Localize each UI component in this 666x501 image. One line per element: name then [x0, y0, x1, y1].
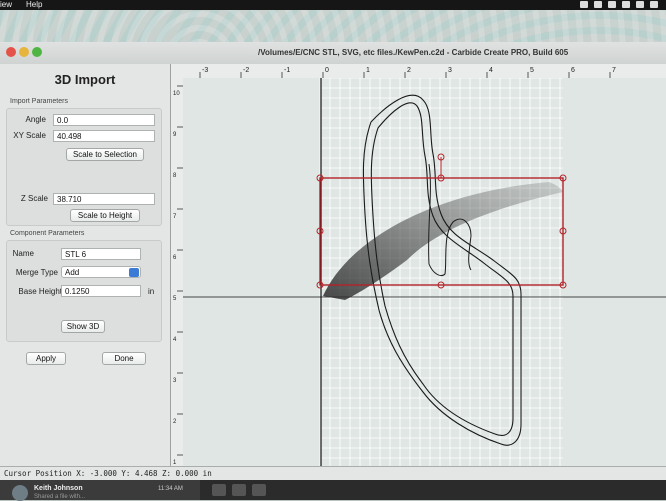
x-ruler-label: -3 [202, 67, 208, 74]
x-ruler-label: -2 [243, 67, 249, 74]
name-field[interactable]: STL 6 [61, 248, 141, 260]
y-ruler-label: 10 [173, 91, 180, 97]
status-tray [580, 1, 658, 8]
z-scale-field[interactable]: 38.710 [53, 193, 155, 205]
chevron-down-icon [129, 268, 139, 277]
show-3d-button[interactable]: Show 3D [61, 320, 105, 333]
x-ruler-label: 6 [571, 67, 575, 74]
app-window: /Volumes/E/CNC STL, SVG, etc files./KewP… [0, 42, 666, 472]
menu-help[interactable]: Help [26, 0, 42, 9]
x-ruler-label: 4 [489, 67, 493, 74]
user-icon[interactable] [608, 1, 616, 8]
import-panel: 3D Import Import Parameters Angle 0.0 XY… [0, 64, 171, 472]
app-icon[interactable] [212, 484, 226, 496]
menu-bar: iew Help [0, 0, 666, 10]
avatar [12, 485, 28, 501]
base-height-label: Base Height [18, 287, 62, 296]
zoom-window-button[interactable] [32, 47, 42, 57]
canvas-svg[interactable]: -3 -2 -1 0 1 2 3 4 5 6 7 10987654321 [171, 64, 666, 472]
done-button[interactable]: Done [102, 352, 146, 365]
z-scale-label: Z Scale [20, 194, 48, 203]
window-titlebar[interactable]: /Volumes/E/CNC STL, SVG, etc files./KewP… [0, 42, 666, 65]
status-bar: Cursor Position X: -3.000 Y: 4.468 Z: 0.… [0, 466, 666, 481]
calendar-icon[interactable] [594, 1, 602, 8]
vertical-ruler [171, 64, 183, 472]
x-ruler-label: 5 [530, 67, 534, 74]
x-ruler-label: 7 [612, 67, 616, 74]
scale-to-selection-button[interactable]: Scale to Selection [66, 148, 144, 161]
volume-icon[interactable] [636, 1, 644, 8]
scale-to-height-button[interactable]: Scale to Height [70, 209, 140, 222]
design-canvas[interactable]: -3 -2 -1 0 1 2 3 4 5 6 7 10 9 8 7 6 5 4 3 2 1 [171, 64, 666, 472]
merge-type-label: Merge Type [15, 268, 58, 277]
minimize-window-button[interactable] [19, 47, 29, 57]
cursor-position-readout: Cursor Position X: -3.000 Y: 4.468 Z: 0.… [4, 469, 212, 478]
screen-icon[interactable] [580, 1, 588, 8]
angle-label: Angle [25, 115, 46, 124]
x-ruler-label: 3 [448, 67, 452, 74]
base-height-unit: in [148, 287, 155, 296]
notification-time: 11:34 AM [158, 486, 183, 492]
base-height-field[interactable]: 0.1250 [61, 285, 141, 297]
panel-title: 3D Import [54, 72, 116, 87]
x-ruler-label: 1 [366, 67, 370, 74]
notification-banner[interactable]: Keith Johnson 11:34 AM Shared a file wit… [0, 480, 200, 501]
close-window-button[interactable] [6, 47, 16, 57]
xy-scale-label: XY Scale [13, 131, 46, 140]
app-icon[interactable] [232, 484, 246, 496]
x-ruler-label: 2 [407, 67, 411, 74]
name-label: Name [12, 249, 34, 258]
angle-field[interactable]: 0.0 [53, 114, 155, 126]
x-ruler-label: 0 [325, 67, 329, 74]
window-title: /Volumes/E/CNC STL, SVG, etc files./KewP… [258, 48, 569, 57]
component-parameters-label: Component Parameters [10, 230, 85, 237]
menu-view[interactable]: iew [0, 0, 12, 9]
xy-scale-field[interactable]: 40.498 [53, 130, 155, 142]
merge-type-select[interactable]: Add [61, 266, 141, 278]
app-icon[interactable] [252, 484, 266, 496]
battery-icon[interactable] [650, 1, 658, 8]
notification-sender: Keith Johnson [34, 485, 83, 492]
taskbar-strip [200, 480, 666, 500]
notification-preview: Shared a file with... [34, 494, 86, 500]
import-parameters-label: Import Parameters [10, 98, 68, 105]
wifi-icon[interactable] [622, 1, 630, 8]
merge-type-value: Add [65, 268, 80, 277]
apply-button[interactable]: Apply [26, 352, 66, 365]
x-ruler-label: -1 [284, 67, 290, 74]
